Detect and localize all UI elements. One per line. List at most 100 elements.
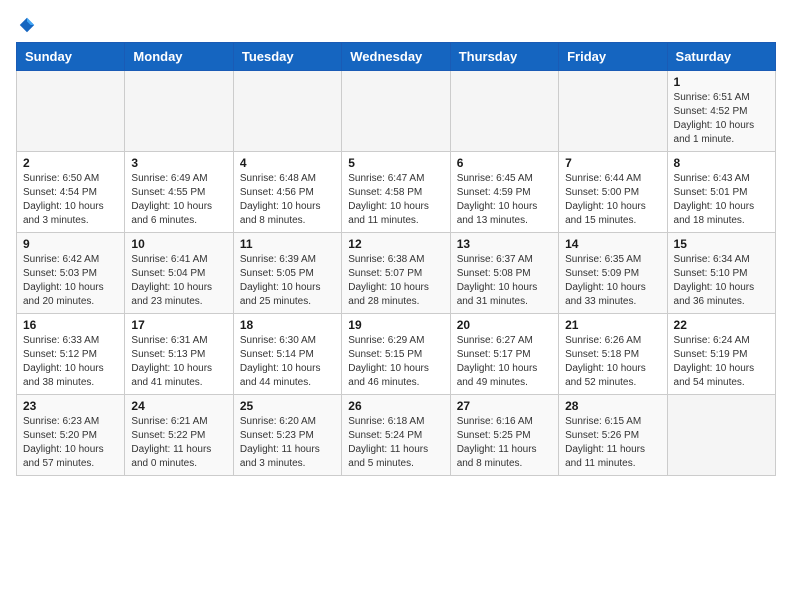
day-number: 20: [457, 318, 552, 332]
calendar-cell: 25 Sunrise: 6:20 AM Sunset: 5:23 PM Dayli…: [233, 395, 341, 476]
day-number: 19: [348, 318, 443, 332]
day-info: Sunrise: 6:24 AM Sunset: 5:19 PM Dayligh…: [674, 334, 769, 390]
day-number: 16: [23, 318, 118, 332]
calendar-cell: 9 Sunrise: 6:42 AM Sunset: 5:03 PM Daylig…: [17, 233, 125, 314]
day-number: 24: [131, 399, 226, 413]
day-info: Sunrise: 6:38 AM Sunset: 5:07 PM Dayligh…: [348, 253, 443, 309]
day-info: Sunrise: 6:47 AM Sunset: 4:58 PM Dayligh…: [348, 172, 443, 228]
header-tuesday: Tuesday: [233, 43, 341, 71]
day-number: 7: [565, 156, 660, 170]
day-number: 28: [565, 399, 660, 413]
calendar-cell: 19 Sunrise: 6:29 AM Sunset: 5:15 PM Dayli…: [342, 314, 450, 395]
day-number: 17: [131, 318, 226, 332]
calendar-cell: 21Sunrise: 6:26 AM Sunset: 5:18 PM Dayli…: [559, 314, 667, 395]
day-info: Sunrise: 6:29 AM Sunset: 5:15 PM Dayligh…: [348, 334, 443, 390]
day-number: 22: [674, 318, 769, 332]
day-info: Sunrise: 6:41 AM Sunset: 5:04 PM Dayligh…: [131, 253, 226, 309]
day-info: Sunrise: 6:44 AM Sunset: 5:00 PM Dayligh…: [565, 172, 660, 228]
day-info: Sunrise: 6:15 AM Sunset: 5:26 PM Dayligh…: [565, 415, 660, 471]
day-number: 8: [674, 156, 769, 170]
calendar-cell: 8 Sunrise: 6:43 AM Sunset: 5:01 PM Daylig…: [667, 152, 775, 233]
day-number: 5: [348, 156, 443, 170]
day-number: 27: [457, 399, 552, 413]
calendar-cell: 4 Sunrise: 6:48 AM Sunset: 4:56 PM Daylig…: [233, 152, 341, 233]
day-number: 2: [23, 156, 118, 170]
day-info: Sunrise: 6:18 AM Sunset: 5:24 PM Dayligh…: [348, 415, 443, 471]
calendar-week-row: 9 Sunrise: 6:42 AM Sunset: 5:03 PM Daylig…: [17, 233, 776, 314]
page-header: [16, 16, 776, 30]
header-saturday: Saturday: [667, 43, 775, 71]
day-number: 25: [240, 399, 335, 413]
calendar-cell: 3 Sunrise: 6:49 AM Sunset: 4:55 PM Daylig…: [125, 152, 233, 233]
header-thursday: Thursday: [450, 43, 558, 71]
calendar-cell: [559, 71, 667, 152]
calendar-week-row: 23 Sunrise: 6:23 AM Sunset: 5:20 PM Dayli…: [17, 395, 776, 476]
day-info: Sunrise: 6:35 AM Sunset: 5:09 PM Dayligh…: [565, 253, 660, 309]
day-number: 23: [23, 399, 118, 413]
calendar-cell: 17 Sunrise: 6:31 AM Sunset: 5:13 PM Dayli…: [125, 314, 233, 395]
day-info: Sunrise: 6:42 AM Sunset: 5:03 PM Dayligh…: [23, 253, 118, 309]
calendar-cell: [125, 71, 233, 152]
calendar-cell: 7 Sunrise: 6:44 AM Sunset: 5:00 PM Daylig…: [559, 152, 667, 233]
calendar-cell: 18 Sunrise: 6:30 AM Sunset: 5:14 PM Dayli…: [233, 314, 341, 395]
calendar-cell: 24 Sunrise: 6:21 AM Sunset: 5:22 PM Dayli…: [125, 395, 233, 476]
day-number: 10: [131, 237, 226, 251]
day-info: Sunrise: 6:16 AM Sunset: 5:25 PM Dayligh…: [457, 415, 552, 471]
calendar-cell: 1 Sunrise: 6:51 AM Sunset: 4:52 PM Daylig…: [667, 71, 775, 152]
day-number: 21: [565, 318, 660, 332]
day-info: Sunrise: 6:27 AM Sunset: 5:17 PM Dayligh…: [457, 334, 552, 390]
logo-icon: [18, 16, 36, 34]
day-info: Sunrise: 6:45 AM Sunset: 4:59 PM Dayligh…: [457, 172, 552, 228]
day-number: 18: [240, 318, 335, 332]
day-number: 13: [457, 237, 552, 251]
calendar-cell: 5 Sunrise: 6:47 AM Sunset: 4:58 PM Daylig…: [342, 152, 450, 233]
calendar-cell: 2 Sunrise: 6:50 AM Sunset: 4:54 PM Daylig…: [17, 152, 125, 233]
calendar-table: SundayMondayTuesdayWednesdayThursdayFrid…: [16, 42, 776, 476]
calendar-cell: [342, 71, 450, 152]
calendar-cell: 10 Sunrise: 6:41 AM Sunset: 5:04 PM Dayli…: [125, 233, 233, 314]
day-number: 26: [348, 399, 443, 413]
calendar-cell: 13Sunrise: 6:37 AM Sunset: 5:08 PM Dayli…: [450, 233, 558, 314]
day-info: Sunrise: 6:30 AM Sunset: 5:14 PM Dayligh…: [240, 334, 335, 390]
day-info: Sunrise: 6:21 AM Sunset: 5:22 PM Dayligh…: [131, 415, 226, 471]
calendar-cell: 27 Sunrise: 6:16 AM Sunset: 5:25 PM Dayli…: [450, 395, 558, 476]
calendar-cell: 11 Sunrise: 6:39 AM Sunset: 5:05 PM Dayli…: [233, 233, 341, 314]
calendar-cell: [450, 71, 558, 152]
calendar-header-row: SundayMondayTuesdayWednesdayThursdayFrid…: [17, 43, 776, 71]
logo: [16, 16, 36, 30]
calendar-week-row: 1 Sunrise: 6:51 AM Sunset: 4:52 PM Daylig…: [17, 71, 776, 152]
calendar-cell: 14 Sunrise: 6:35 AM Sunset: 5:09 PM Dayli…: [559, 233, 667, 314]
day-info: Sunrise: 6:31 AM Sunset: 5:13 PM Dayligh…: [131, 334, 226, 390]
day-info: Sunrise: 6:51 AM Sunset: 4:52 PM Dayligh…: [674, 91, 769, 147]
day-number: 1: [674, 75, 769, 89]
day-number: 9: [23, 237, 118, 251]
day-info: Sunrise: 6:20 AM Sunset: 5:23 PM Dayligh…: [240, 415, 335, 471]
day-info: Sunrise: 6:23 AM Sunset: 5:20 PM Dayligh…: [23, 415, 118, 471]
day-info: Sunrise: 6:39 AM Sunset: 5:05 PM Dayligh…: [240, 253, 335, 309]
calendar-cell: 6 Sunrise: 6:45 AM Sunset: 4:59 PM Daylig…: [450, 152, 558, 233]
calendar-cell: 20 Sunrise: 6:27 AM Sunset: 5:17 PM Dayli…: [450, 314, 558, 395]
header-wednesday: Wednesday: [342, 43, 450, 71]
header-monday: Monday: [125, 43, 233, 71]
calendar-cell: 16 Sunrise: 6:33 AM Sunset: 5:12 PM Dayli…: [17, 314, 125, 395]
day-info: Sunrise: 6:43 AM Sunset: 5:01 PM Dayligh…: [674, 172, 769, 228]
day-number: 6: [457, 156, 552, 170]
day-number: 15: [674, 237, 769, 251]
header-sunday: Sunday: [17, 43, 125, 71]
day-number: 11: [240, 237, 335, 251]
calendar-cell: 26 Sunrise: 6:18 AM Sunset: 5:24 PM Dayli…: [342, 395, 450, 476]
calendar-cell: 22 Sunrise: 6:24 AM Sunset: 5:19 PM Dayli…: [667, 314, 775, 395]
day-info: Sunrise: 6:34 AM Sunset: 5:10 PM Dayligh…: [674, 253, 769, 309]
day-info: Sunrise: 6:50 AM Sunset: 4:54 PM Dayligh…: [23, 172, 118, 228]
calendar-week-row: 2 Sunrise: 6:50 AM Sunset: 4:54 PM Daylig…: [17, 152, 776, 233]
calendar-cell: 12Sunrise: 6:38 AM Sunset: 5:07 PM Dayli…: [342, 233, 450, 314]
day-info: Sunrise: 6:48 AM Sunset: 4:56 PM Dayligh…: [240, 172, 335, 228]
day-info: Sunrise: 6:33 AM Sunset: 5:12 PM Dayligh…: [23, 334, 118, 390]
day-number: 3: [131, 156, 226, 170]
day-number: 4: [240, 156, 335, 170]
day-info: Sunrise: 6:49 AM Sunset: 4:55 PM Dayligh…: [131, 172, 226, 228]
calendar-cell: [17, 71, 125, 152]
calendar-cell: [233, 71, 341, 152]
calendar-cell: 23 Sunrise: 6:23 AM Sunset: 5:20 PM Dayli…: [17, 395, 125, 476]
day-number: 14: [565, 237, 660, 251]
